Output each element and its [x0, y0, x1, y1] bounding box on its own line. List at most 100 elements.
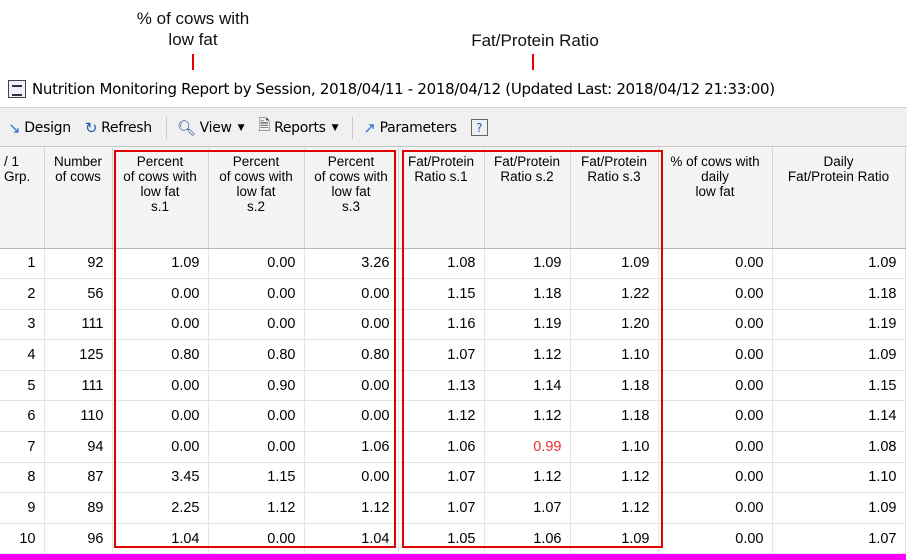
table-cell[interactable]: 1.09	[772, 339, 906, 371]
table-cell[interactable]: 1	[0, 248, 45, 280]
table-cell[interactable]: 8	[0, 462, 45, 494]
table-cell[interactable]: 1.10	[772, 553, 906, 560]
column-header-fpr-s1[interactable]: Fat/Protein Ratio s.1	[398, 148, 485, 249]
table-cell[interactable]: 1.12	[208, 492, 305, 524]
table-cell[interactable]: 10	[0, 523, 45, 555]
table-cell[interactable]: 3	[0, 309, 45, 341]
table-cell[interactable]: 1.11	[484, 553, 571, 560]
table-cell[interactable]: 1.12	[570, 462, 659, 494]
table-cell[interactable]: 1.08	[398, 248, 485, 280]
table-cell[interactable]: 0.00	[304, 370, 399, 402]
table-cell[interactable]: 93	[44, 553, 113, 560]
table-cell[interactable]: 0.00	[304, 462, 399, 494]
table-cell[interactable]: 0.00	[112, 278, 209, 310]
table-cell[interactable]: 94	[44, 431, 113, 463]
table-cell[interactable]: 1.09	[570, 248, 659, 280]
table-cell[interactable]: 1.10	[570, 339, 659, 371]
table-cell[interactable]: 0.80	[112, 339, 209, 371]
table-cell[interactable]: 92	[44, 248, 113, 280]
table-cell[interactable]: 1.06	[398, 431, 485, 463]
table-cell[interactable]: 1.19	[484, 309, 571, 341]
design-button[interactable]: ↘ Design	[8, 119, 71, 137]
table-cell[interactable]: 1.16	[398, 309, 485, 341]
table-cell[interactable]: 0.90	[208, 370, 305, 402]
table-cell[interactable]: 4	[0, 339, 45, 371]
table-cell[interactable]: 1.12	[484, 462, 571, 494]
table-cell[interactable]: 1.12	[304, 492, 399, 524]
table-row[interactable]: 2 56 0.00 0.00 0.00 1.15 1.18 1.22 0.00 1.18	[0, 278, 906, 310]
table-cell[interactable]: 7	[0, 431, 45, 463]
table-cell[interactable]: 0.00	[112, 431, 209, 463]
table-cell[interactable]: 2	[0, 278, 45, 310]
table-cell[interactable]: 1.09	[484, 248, 571, 280]
table-cell[interactable]: 0.00	[658, 339, 773, 371]
table-cell[interactable]: 0.00	[208, 523, 305, 555]
column-header-lowfat-s1[interactable]: Percent of cows with low fat s.1	[112, 148, 209, 249]
column-header-group[interactable]: / 1 Grp.	[0, 148, 45, 249]
table-cell[interactable]: 3.26	[304, 248, 399, 280]
column-header-daily-fpr[interactable]: Daily Fat/Protein Ratio	[772, 148, 906, 249]
table-row[interactable]: 8 87 3.45 1.15 0.00 1.07 1.12 1.12 0.00 1.10	[0, 462, 906, 494]
table-cell[interactable]: 125	[44, 339, 113, 371]
table-cell[interactable]: 1.18	[484, 278, 571, 310]
table-cell[interactable]: 0.00	[208, 553, 305, 560]
table-cell[interactable]: 1.09	[772, 248, 906, 280]
table-cell[interactable]: 1.13	[398, 370, 485, 402]
table-cell[interactable]: 11	[0, 553, 45, 560]
table-row[interactable]: 9 89 2.25 1.12 1.12 1.07 1.07 1.12 0.00 1.09	[0, 492, 906, 524]
table-cell[interactable]: 96	[44, 523, 113, 555]
refresh-button[interactable]: ↻ Refresh	[85, 119, 152, 137]
table-cell[interactable]: 0.80	[208, 339, 305, 371]
column-header-cows[interactable]: Number of cows	[44, 148, 113, 249]
table-cell[interactable]: 0.00	[112, 370, 209, 402]
table-cell[interactable]: 1.09	[112, 248, 209, 280]
table-cell[interactable]: 87	[44, 462, 113, 494]
table-cell[interactable]: 3.45	[112, 462, 209, 494]
column-header-lowfat-s2[interactable]: Percent of cows with low fat s.2	[208, 148, 305, 249]
help-button[interactable]: ?	[470, 119, 488, 136]
table-cell[interactable]: 1.04	[304, 523, 399, 555]
table-cell[interactable]: 9	[0, 492, 45, 524]
table-cell[interactable]: 1.20	[570, 309, 659, 341]
table-cell[interactable]: 0.00	[658, 431, 773, 463]
table-cell[interactable]: 0.00	[658, 462, 773, 494]
table-cell[interactable]: 0.00	[658, 278, 773, 310]
table-cell[interactable]: 0.00	[304, 400, 399, 433]
table-cell[interactable]: 1.07	[484, 492, 571, 524]
table-cell[interactable]: 0.00	[112, 309, 209, 341]
table-cell[interactable]: 0.00	[112, 553, 209, 560]
column-header-fpr-s3[interactable]: Fat/Protein Ratio s.3	[570, 148, 659, 249]
table-cell[interactable]: 1.18	[570, 370, 659, 402]
table-row[interactable]: 10 96 1.04 0.00 1.04 1.05 1.06 1.09 0.00 1.07	[0, 523, 906, 555]
table-cell[interactable]: 1.14	[484, 370, 571, 402]
table-cell[interactable]: 0.00	[208, 400, 305, 433]
table-cell[interactable]: 0.00	[658, 370, 773, 402]
table-cell[interactable]: 0.00	[658, 248, 773, 280]
table-cell[interactable]: 1.12	[484, 400, 571, 433]
table-cell[interactable]: 0.00	[208, 309, 305, 341]
table-cell[interactable]: 111	[44, 370, 113, 402]
table-cell[interactable]: 1.09	[570, 523, 659, 555]
table-cell[interactable]: 0.00	[112, 400, 209, 433]
table-cell[interactable]: 0.00	[658, 400, 773, 433]
table-cell[interactable]: 111	[44, 309, 113, 341]
parameters-button[interactable]: ↗ Parameters	[363, 119, 457, 137]
table-cell[interactable]: 1.04	[112, 523, 209, 555]
table-row[interactable]: 1 92 1.09 0.00 3.26 1.08 1.09 1.09 0.00 1.09	[0, 248, 906, 280]
table-cell[interactable]: 0.00	[304, 553, 399, 560]
table-cell[interactable]: 1.12	[570, 492, 659, 524]
table-cell[interactable]: 1.19	[772, 309, 906, 341]
table-cell[interactable]: 1.07	[398, 492, 485, 524]
table-cell[interactable]: 5	[0, 370, 45, 402]
table-cell[interactable]: 0.00	[208, 248, 305, 280]
table-cell[interactable]: 1.12	[484, 339, 571, 371]
column-header-lowfat-s3[interactable]: Percent of cows with low fat s.3	[304, 148, 399, 249]
table-cell[interactable]: 1.06	[304, 431, 399, 463]
table-cell[interactable]: 1.10	[772, 462, 906, 494]
column-header-fpr-s2[interactable]: Fat/Protein Ratio s.2	[484, 148, 571, 249]
table-cell[interactable]: 1.07	[398, 462, 485, 494]
table-cell[interactable]: 0.00	[304, 278, 399, 310]
table-cell[interactable]: 0.80	[304, 339, 399, 371]
table-cell[interactable]: 1.06	[484, 523, 571, 555]
table-cell[interactable]: 1.15	[772, 370, 906, 402]
